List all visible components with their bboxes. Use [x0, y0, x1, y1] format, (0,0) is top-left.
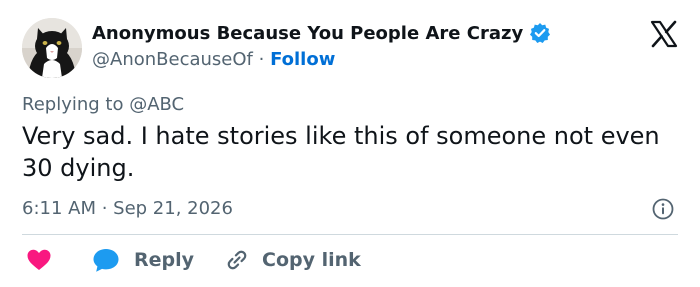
avatar[interactable]: [22, 18, 82, 78]
author-handle[interactable]: @AnonBecauseOf: [92, 49, 253, 70]
action-bar: Reply Copy link: [22, 246, 361, 274]
x-logo-icon[interactable]: [650, 20, 678, 48]
tweet-timestamp[interactable]: 6:11 AM · Sep 21, 2026: [22, 198, 233, 219]
handle-separator: ·: [258, 49, 265, 70]
reply-bubble-icon: [93, 249, 119, 272]
link-icon: [227, 250, 247, 270]
copy-link-button[interactable]: Copy link: [194, 247, 361, 273]
author-display-name[interactable]: Anonymous Because You People Are Crazy: [92, 23, 523, 44]
info-icon[interactable]: [652, 198, 674, 220]
replying-to: Replying to @ABC: [22, 94, 185, 115]
like-button[interactable]: [22, 248, 52, 272]
author-name-row: Anonymous Because You People Are Crazy: [92, 22, 551, 44]
verified-badge-icon: [530, 23, 551, 43]
cat-avatar-image: [22, 18, 82, 78]
follow-button[interactable]: Follow: [270, 49, 335, 70]
divider: [22, 234, 678, 235]
reply-button[interactable]: Reply: [52, 247, 194, 273]
author-handle-row: @AnonBecauseOf · Follow: [92, 49, 335, 70]
heart-icon: [27, 249, 51, 270]
tweet-text: Very sad. I hate stories like this of so…: [22, 122, 660, 182]
copy-link-label: Copy link: [262, 249, 361, 271]
reply-label: Reply: [134, 249, 195, 271]
